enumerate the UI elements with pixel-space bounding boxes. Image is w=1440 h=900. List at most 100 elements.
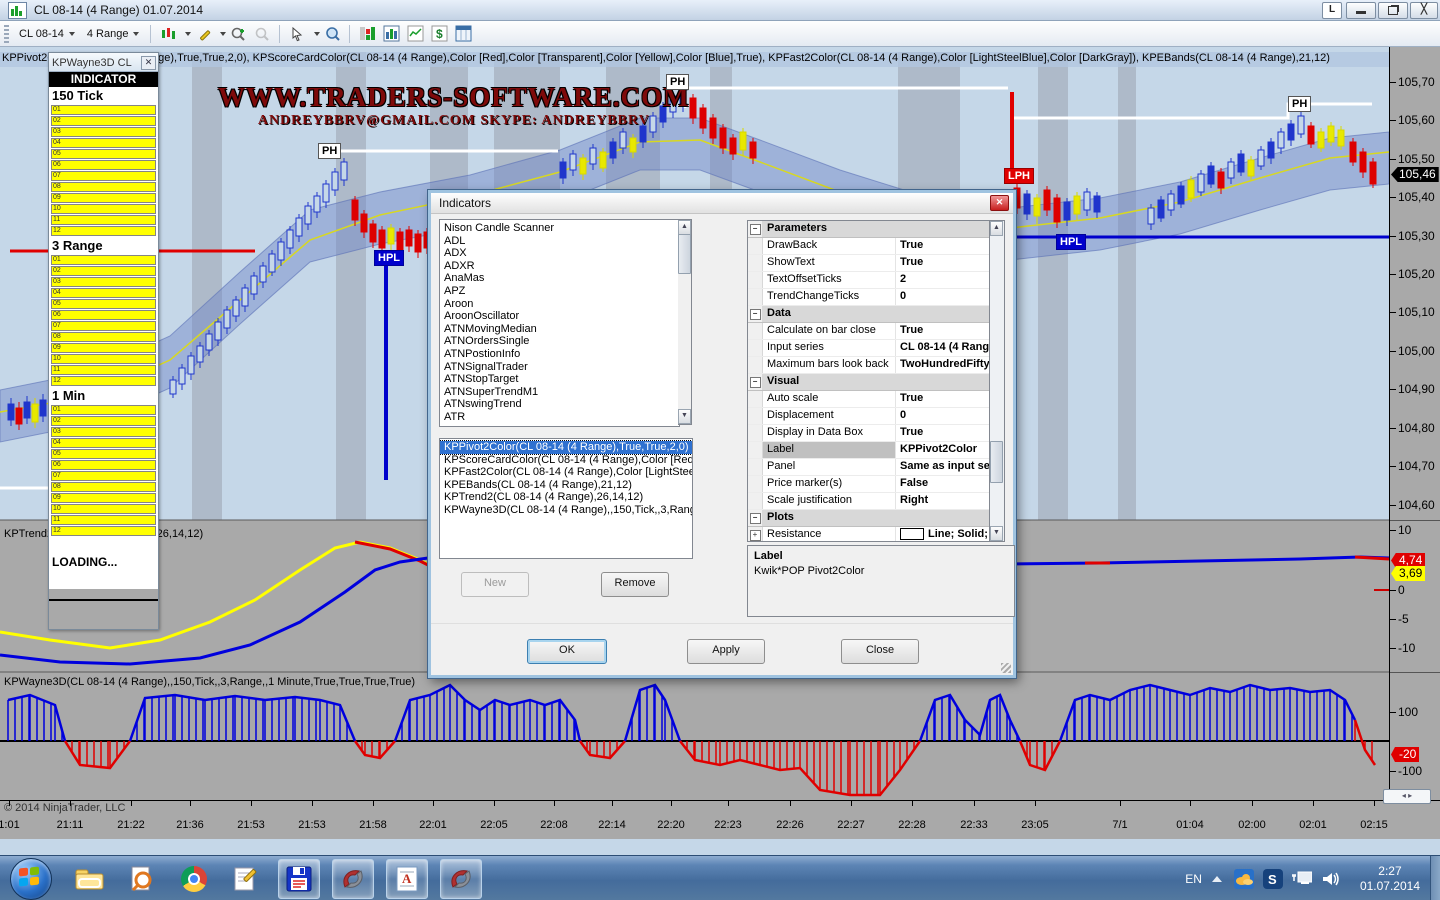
property-row[interactable]: PanelSame as input series: [748, 459, 990, 476]
property-section[interactable]: −Visual: [748, 374, 990, 391]
remove-button[interactable]: Remove: [601, 572, 669, 597]
property-value[interactable]: True: [896, 391, 990, 407]
property-section[interactable]: −Parameters: [748, 221, 990, 238]
horizontal-scrollbar[interactable]: ◂ ▸: [1383, 789, 1431, 804]
indicator-list-item[interactable]: ATNStopTarget: [440, 373, 679, 386]
zoom-out-icon[interactable]: [252, 24, 272, 43]
data-grid-icon[interactable]: [453, 24, 473, 43]
indicator-row[interactable]: 10: [51, 504, 156, 514]
property-row[interactable]: TextOffsetTicks2: [748, 272, 990, 289]
indicator-list-item[interactable]: ATNOrdersSingle: [440, 335, 679, 348]
property-row[interactable]: Auto scaleTrue: [748, 391, 990, 408]
indicator-row[interactable]: 05: [51, 299, 156, 309]
indicator-row[interactable]: 02: [51, 116, 156, 126]
resize-grip[interactable]: [1001, 663, 1011, 673]
apply-button[interactable]: Apply: [687, 639, 765, 664]
volume-tray-icon[interactable]: [1321, 869, 1341, 889]
property-section[interactable]: −Plots: [748, 510, 990, 527]
indicator-row[interactable]: 09: [51, 493, 156, 503]
indicator-row[interactable]: 03: [51, 277, 156, 287]
dialog-close-button[interactable]: Close: [841, 639, 919, 664]
network-tray-icon[interactable]: [1292, 869, 1312, 889]
dialog-close-icon[interactable]: ✕: [990, 195, 1009, 211]
kpwayne3d-panel-titlebar[interactable]: KPWayne3D CL ✕: [49, 53, 158, 72]
zoom-in-icon[interactable]: [228, 24, 248, 43]
property-plot-row[interactable]: +ResistanceLine; Solid; 3px: [748, 527, 990, 542]
toolbar-grip[interactable]: [4, 25, 9, 43]
indicator-row[interactable]: 01: [51, 255, 156, 265]
property-row[interactable]: Maximum bars look backTwoHundredFiftySix: [748, 357, 990, 374]
indicator-row[interactable]: 04: [51, 438, 156, 448]
property-grid-scrollbar[interactable]: ▲ ▼: [989, 220, 1005, 542]
indicator-row[interactable]: 11: [51, 215, 156, 225]
taskbar-word-icon[interactable]: A: [386, 859, 428, 899]
chevron-down-icon[interactable]: [185, 32, 191, 36]
property-value[interactable]: 2: [896, 272, 990, 288]
property-value[interactable]: 0: [896, 408, 990, 424]
collapse-icon[interactable]: −: [748, 306, 763, 322]
property-value[interactable]: True: [896, 255, 990, 271]
language-indicator[interactable]: EN: [1185, 872, 1202, 886]
taskbar-explorer-icon[interactable]: [70, 860, 110, 898]
kpwayne3d-close-icon[interactable]: ✕: [141, 56, 156, 70]
indicator-row[interactable]: 06: [51, 460, 156, 470]
property-value[interactable]: True: [896, 323, 990, 339]
indicator-row[interactable]: 08: [51, 332, 156, 342]
taskbar-notepad-icon[interactable]: [226, 860, 266, 898]
indicator-list-item[interactable]: Nison Candle Scanner: [440, 222, 679, 235]
indicator-row[interactable]: 08: [51, 482, 156, 492]
indicator-row[interactable]: 10: [51, 204, 156, 214]
taskbar-chrome-icon[interactable]: [174, 860, 214, 898]
property-row[interactable]: DrawBackTrue: [748, 238, 990, 255]
draw-tool-icon[interactable]: [193, 24, 213, 43]
chevron-down-icon[interactable]: [220, 32, 226, 36]
indicators-dialog[interactable]: Indicators ✕ Nison Candle ScannerADLADXA…: [428, 190, 1016, 678]
cursor-tool-icon[interactable]: [287, 24, 307, 43]
selected-indicator-item[interactable]: KPTrend2(CL 08-14 (4 Range),26,14,12): [440, 491, 692, 504]
indicator-list-item[interactable]: AroonOscillator: [440, 310, 679, 323]
scroll-down-icon[interactable]: ▼: [678, 409, 691, 424]
show-desktop-button[interactable]: [1430, 856, 1440, 900]
property-value[interactable]: True: [896, 238, 990, 254]
indicator-list-item[interactable]: ATNSignalTrader: [440, 361, 679, 374]
indicator-list-item[interactable]: AnaMas: [440, 272, 679, 285]
property-value[interactable]: CL 08-14 (4 Range): [896, 340, 990, 356]
selected-indicator-item[interactable]: KPWayne3D(CL 08-14 (4 Range),,150,Tick,,…: [440, 504, 692, 517]
kpwayne3d-panel[interactable]: KPWayne3D CL ✕ INDICATOR 150 Tick0102030…: [48, 52, 159, 630]
collapse-icon[interactable]: −: [748, 510, 763, 526]
period-dropdown[interactable]: 4 Range: [81, 25, 146, 43]
indicator-row[interactable]: 06: [51, 310, 156, 320]
selected-indicator-item[interactable]: KPPivot2Color(CL 08-14 (4 Range),True,Tr…: [440, 441, 692, 454]
start-button[interactable]: [10, 858, 52, 900]
selected-indicator-item[interactable]: KPFast2Color(CL 08-14 (4 Range),Color [L…: [440, 466, 692, 479]
property-value[interactable]: Right: [896, 493, 990, 509]
window-titlebar[interactable]: CL 08-14 (4 Range) 01.07.2014 L ╳: [0, 0, 1440, 21]
indicator-row[interactable]: 01: [51, 105, 156, 115]
restore-button[interactable]: [1378, 2, 1408, 19]
ok-button[interactable]: OK: [527, 639, 607, 664]
indicator-row[interactable]: 07: [51, 321, 156, 331]
indicator-list-item[interactable]: ADXR: [440, 260, 679, 273]
indicator-row[interactable]: 09: [51, 343, 156, 353]
tray-clock[interactable]: 2:27 01.07.2014: [1360, 864, 1420, 894]
data-magnifier-icon[interactable]: [322, 24, 342, 43]
market-analyzer-icon[interactable]: [357, 24, 377, 43]
cloud-tray-icon[interactable]: [1234, 869, 1254, 889]
collapse-icon[interactable]: −: [748, 374, 763, 390]
indicator-row[interactable]: 12: [51, 226, 156, 236]
indicator-row[interactable]: 11: [51, 515, 156, 525]
property-value[interactable]: Same as input series: [896, 459, 990, 475]
indicator-list-item[interactable]: Aroon: [440, 298, 679, 311]
expand-icon[interactable]: +: [748, 527, 763, 542]
indicator-list-item[interactable]: ATNswingTrend: [440, 398, 679, 411]
property-value[interactable]: Line; Solid; 3px: [896, 527, 990, 542]
property-grid[interactable]: −ParametersDrawBackTrueShowTextTrueTextO…: [747, 220, 991, 542]
indicator-list-item[interactable]: ATNPostionInfo: [440, 348, 679, 361]
indicator-row[interactable]: 08: [51, 182, 156, 192]
indicator-row[interactable]: 09: [51, 193, 156, 203]
chevron-down-icon[interactable]: [314, 32, 320, 36]
time-axis[interactable]: © 2014 NinjaTrader, LLC ◂ ▸ 1:0121:1121:…: [0, 800, 1440, 839]
mini-chart-icon[interactable]: [405, 24, 425, 43]
indicator-row[interactable]: 07: [51, 171, 156, 181]
indicator-row[interactable]: 12: [51, 376, 156, 386]
